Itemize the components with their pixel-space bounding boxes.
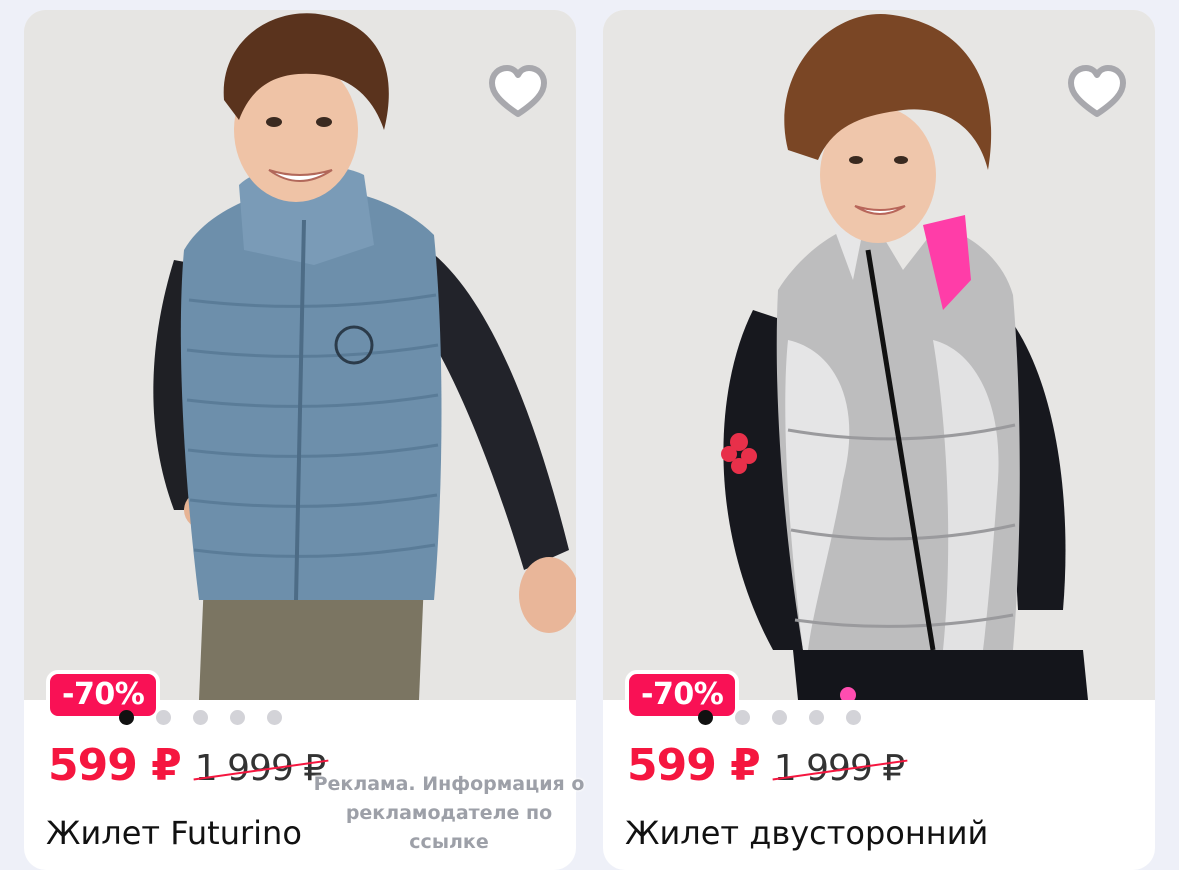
image-pagination-dots[interactable] [603, 710, 1055, 725]
pagination-dot[interactable] [155, 710, 171, 725]
product-photo[interactable] [603, 10, 1155, 700]
pagination-dot-active[interactable] [118, 710, 134, 725]
pagination-dot[interactable] [771, 710, 787, 725]
pagination-dot[interactable] [845, 710, 861, 725]
product-grid: -70% 599 ₽ 1 999 ₽ Жилет Futurino -70% 5… [0, 0, 1179, 870]
pagination-dot[interactable] [192, 710, 208, 725]
pagination-dot[interactable] [808, 710, 824, 725]
pagination-dot[interactable] [734, 710, 750, 725]
current-price: 599 ₽ [48, 740, 182, 791]
price-block: 599 ₽ 1 999 ₽ [627, 740, 905, 791]
image-pagination-dots[interactable] [24, 710, 476, 725]
product-card[interactable]: -70% 599 ₽ 1 999 ₽ Жилет двусторонний [603, 10, 1155, 870]
current-price: 599 ₽ [627, 740, 761, 791]
price-block: 599 ₽ 1 999 ₽ [48, 740, 326, 791]
favorite-button[interactable] [1063, 60, 1131, 128]
old-price: 1 999 ₽ [773, 748, 905, 789]
product-card[interactable]: -70% 599 ₽ 1 999 ₽ Жилет Futurino [24, 10, 576, 870]
heart-outline-icon [1068, 65, 1126, 117]
product-title[interactable]: Жилет Futurino [46, 814, 302, 852]
ad-disclaimer-link[interactable]: Реклама. Информация о рекламодателе по с… [304, 770, 594, 857]
pagination-dot-active[interactable] [697, 710, 713, 725]
heart-outline-icon [489, 65, 547, 117]
product-photo[interactable] [24, 10, 576, 700]
favorite-button[interactable] [484, 60, 552, 128]
pagination-dot[interactable] [266, 710, 282, 725]
product-title[interactable]: Жилет двусторонний [625, 814, 988, 852]
pagination-dot[interactable] [229, 710, 245, 725]
